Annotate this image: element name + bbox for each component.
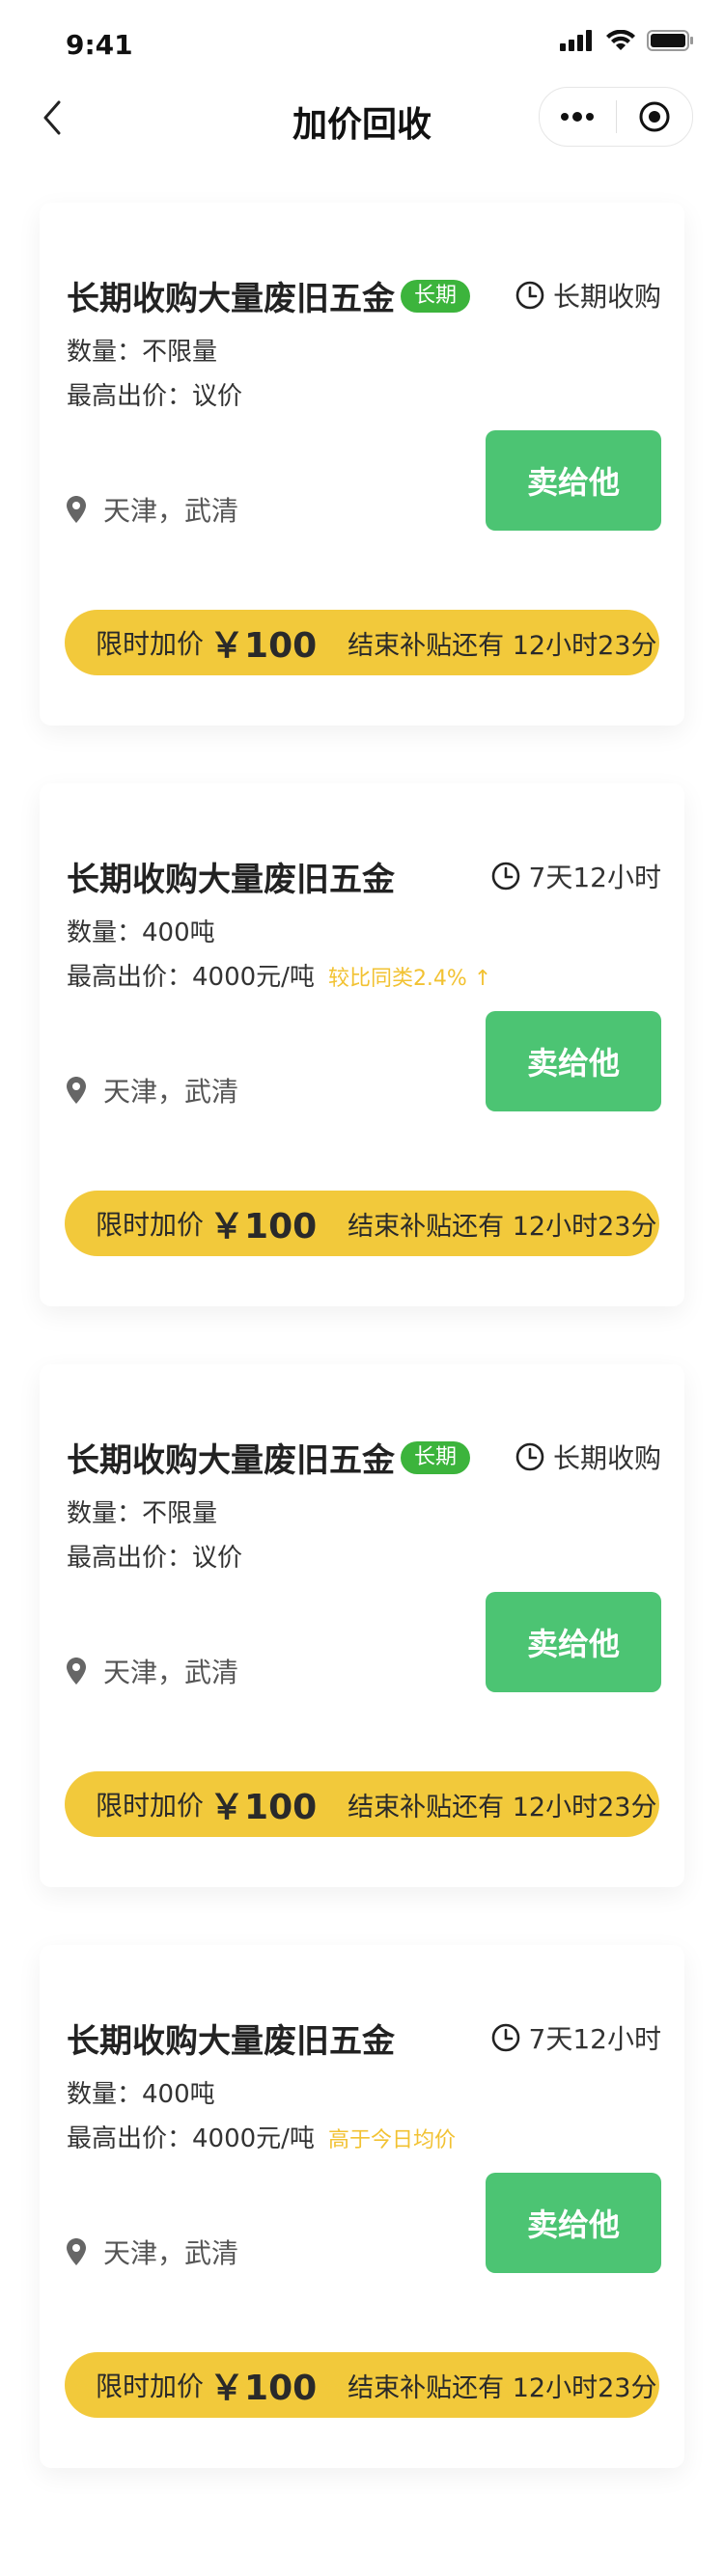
recycle-card: 长期收购大量废旧五金 长期 长期收购 数量：不限量 最高出价：议价 卖给他 天津… <box>40 1364 684 1887</box>
max-price: 最高出价：议价 <box>67 1544 243 1573</box>
sell-button[interactable]: 卖给他 <box>486 1011 661 1111</box>
mini-program-capsule <box>539 87 693 147</box>
quantity: 数量：400吨 <box>67 918 215 947</box>
price-note: 较比同类2.4% ↑ <box>327 967 492 991</box>
signal-icon <box>560 30 592 51</box>
max-price: 最高出价：4000元/吨 <box>67 2124 315 2153</box>
promo-label: 限时加价 <box>96 1790 205 1822</box>
nav-bar: 加价回收 <box>0 87 724 149</box>
deadline: 7天12小时 <box>490 857 661 895</box>
location: 天津，武清 <box>67 1071 238 1110</box>
promo-amount: ￥100 <box>209 1207 318 1247</box>
deadline: 7天12小时 <box>490 2018 661 2057</box>
deadline: 长期收购 <box>515 1438 661 1476</box>
promo-banner: 限时加价 ￥100 结束补贴还有 12小时23分 <box>65 2352 659 2418</box>
deadline-text: 长期收购 <box>552 281 661 313</box>
price-note: 高于今日均价 <box>327 2128 456 2152</box>
location-text: 天津，武清 <box>103 495 239 527</box>
promo-amount: ￥100 <box>209 2369 318 2408</box>
battery-icon <box>647 30 693 51</box>
sell-button[interactable]: 卖给他 <box>486 430 661 531</box>
clock-icon <box>515 1442 544 1471</box>
location-text: 天津，武清 <box>103 2237 239 2269</box>
location-pin-icon <box>67 2238 86 2265</box>
sell-button[interactable]: 卖给他 <box>486 2173 661 2273</box>
location-pin-icon <box>67 1077 86 1104</box>
card-title-row: 长期收购大量废旧五金 <box>67 853 395 900</box>
price-row: 最高出价：议价 <box>67 376 242 412</box>
card-title-row: 长期收购大量废旧五金 长期 <box>67 272 471 319</box>
card-title-row: 长期收购大量废旧五金 长期 <box>67 1434 471 1481</box>
quantity: 数量：400吨 <box>67 2080 215 2109</box>
deadline-text: 7天12小时 <box>528 2023 661 2055</box>
promo-label: 限时加价 <box>96 628 205 660</box>
deadline-text: 7天12小时 <box>528 862 661 893</box>
promo-countdown: 结束补贴还有 12小时23分 <box>348 1211 657 1242</box>
recycle-list: 长期收购大量废旧五金 长期 长期收购 数量：不限量 最高出价：议价 卖给他 天津… <box>0 203 724 2526</box>
card-title-row: 长期收购大量废旧五金 <box>67 2014 395 2062</box>
promo-countdown: 结束补贴还有 12小时23分 <box>348 2372 657 2403</box>
promo-banner: 限时加价 ￥100 结束补贴还有 12小时23分 <box>65 1771 659 1837</box>
max-price: 最高出价：4000元/吨 <box>67 963 315 992</box>
quantity: 数量：不限量 <box>67 338 218 367</box>
deadline: 长期收购 <box>515 276 661 315</box>
clock-icon <box>491 862 519 891</box>
location: 天津，武清 <box>67 2233 238 2271</box>
close-mini-program-button[interactable] <box>617 88 693 146</box>
price-row: 最高出价：4000元/吨 高于今日均价 <box>67 2119 456 2154</box>
long-term-tag: 长期 <box>401 279 471 313</box>
target-circle-icon <box>639 101 670 132</box>
status-bar: 9:41 <box>0 0 724 89</box>
clock-icon <box>515 281 544 310</box>
promo-banner: 限时加价 ￥100 结束补贴还有 12小时23分 <box>65 1191 659 1256</box>
status-icons <box>560 29 695 52</box>
card-title: 长期收购大量废旧五金 <box>67 1441 395 1480</box>
location-text: 天津，武清 <box>103 1076 239 1108</box>
recycle-card: 长期收购大量废旧五金 长期 长期收购 数量：不限量 最高出价：议价 卖给他 天津… <box>40 203 684 726</box>
promo-countdown: 结束补贴还有 12小时23分 <box>348 1792 657 1822</box>
deadline-text: 长期收购 <box>552 1442 661 1474</box>
card-title: 长期收购大量废旧五金 <box>67 2022 395 2061</box>
promo-amount: ￥100 <box>209 1788 318 1827</box>
price-row: 最高出价：议价 <box>67 1538 242 1574</box>
location: 天津，武清 <box>67 490 238 529</box>
price-row: 最高出价：4000元/吨 较比同类2.4% ↑ <box>67 957 491 993</box>
status-time: 9:41 <box>66 29 133 61</box>
location-pin-icon <box>67 496 86 523</box>
promo-countdown: 结束补贴还有 12小时23分 <box>348 630 657 661</box>
promo-label: 限时加价 <box>96 1209 205 1241</box>
recycle-card: 长期收购大量废旧五金 7天12小时 数量：400吨 最高出价：4000元/吨 较比… <box>40 783 684 1306</box>
promo-label: 限时加价 <box>96 2370 205 2402</box>
recycle-card: 长期收购大量废旧五金 7天12小时 数量：400吨 最高出价：4000元/吨 高于… <box>40 1945 684 2468</box>
wifi-icon <box>606 30 635 50</box>
quantity: 数量：不限量 <box>67 1499 218 1528</box>
clock-icon <box>491 2023 519 2052</box>
more-button[interactable] <box>540 88 616 146</box>
location-pin-icon <box>67 1658 86 1685</box>
max-price: 最高出价：议价 <box>67 382 243 411</box>
card-title: 长期收购大量废旧五金 <box>67 280 395 318</box>
card-title: 长期收购大量废旧五金 <box>67 861 395 899</box>
more-dots-icon <box>561 112 595 122</box>
long-term-tag: 长期 <box>401 1440 471 1474</box>
location-text: 天津，武清 <box>103 1657 239 1688</box>
promo-amount: ￥100 <box>209 626 318 666</box>
sell-button[interactable]: 卖给他 <box>486 1592 661 1692</box>
promo-banner: 限时加价 ￥100 结束补贴还有 12小时23分 <box>65 610 659 675</box>
location: 天津，武清 <box>67 1652 238 1690</box>
